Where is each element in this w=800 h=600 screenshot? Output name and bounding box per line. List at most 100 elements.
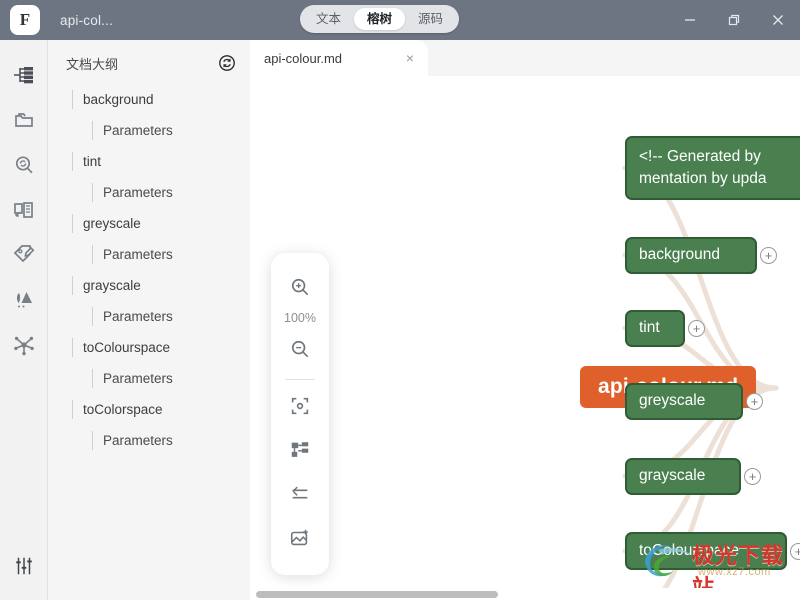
editor-canvas: api-colour.md × api-colour.md<!-- Genera…: [250, 40, 800, 600]
outline-item[interactable]: Parameters: [48, 177, 250, 208]
outline-indent-guide: [72, 214, 73, 233]
mindmap-node[interactable]: greyscale: [625, 383, 743, 420]
tag-edit-icon: [12, 243, 36, 267]
view-mode-text[interactable]: 文本: [303, 8, 354, 30]
app-logo-icon: F: [10, 5, 40, 35]
sliders-icon: [13, 555, 35, 577]
collapse-all-button[interactable]: [271, 474, 329, 518]
focus-frame-icon: [289, 395, 311, 422]
minimize-button[interactable]: [668, 0, 712, 40]
outline-item[interactable]: Parameters: [48, 239, 250, 270]
scrollbar-thumb[interactable]: [256, 591, 498, 598]
sync-disabled-icon[interactable]: [218, 54, 236, 72]
outline-item-label: Parameters: [103, 309, 173, 324]
outline-indent-guide: [92, 431, 93, 450]
outline-item-label: toColorspace: [83, 402, 163, 417]
outline-item[interactable]: greyscale: [48, 208, 250, 239]
outline-indent-guide: [92, 307, 93, 326]
node-expand-button[interactable]: +: [790, 542, 800, 560]
mindmap-board[interactable]: api-colour.md<!-- Generated by mentation…: [250, 76, 800, 600]
outline-item-label: Parameters: [103, 433, 173, 448]
outline-title: 文档大纲: [66, 56, 119, 72]
search-refresh-icon: [12, 153, 36, 177]
outline-indent-guide: [92, 121, 93, 140]
tree-layout-icon: [289, 439, 311, 466]
rail-bottom-group: [0, 543, 48, 588]
rail-item-outline-tree[interactable]: [0, 52, 48, 97]
zoom-in-button[interactable]: [271, 267, 329, 311]
outline-list: background Parameters tint Parameters greysc…: [48, 80, 250, 456]
document-tab[interactable]: api-colour.md ×: [250, 40, 428, 76]
app-logo-letter: F: [19, 10, 31, 29]
mindmap-node[interactable]: grayscale: [625, 458, 741, 495]
outline-indent-guide: [92, 245, 93, 264]
fit-to-screen-button[interactable]: [271, 386, 329, 430]
outline-item-label: Parameters: [103, 185, 173, 200]
outline-item[interactable]: toColorspace: [48, 394, 250, 425]
node-expand-button[interactable]: +: [746, 392, 763, 410]
outline-item-label: greyscale: [83, 216, 141, 231]
toolbar-divider: [285, 379, 315, 380]
outline-indent-guide: [72, 400, 73, 419]
outline-item[interactable]: background: [48, 84, 250, 115]
outline-item-label: Parameters: [103, 123, 173, 138]
outline-item[interactable]: tint: [48, 146, 250, 177]
document-tab-label: api-colour.md: [264, 50, 343, 66]
outline-indent-guide: [72, 338, 73, 357]
mindmap-node[interactable]: background: [625, 237, 757, 274]
outline-indent-guide: [72, 152, 73, 171]
rail-item-files[interactable]: [0, 97, 48, 142]
rail-item-settings[interactable]: [0, 543, 48, 588]
close-icon[interactable]: ×: [406, 51, 414, 65]
outline-item-label: Parameters: [103, 247, 173, 262]
zoom-out-icon: [289, 338, 311, 365]
tree-outline-icon: [12, 63, 36, 87]
outline-item[interactable]: Parameters: [48, 301, 250, 332]
outline-item[interactable]: grayscale: [48, 270, 250, 301]
outline-item-label: Parameters: [103, 371, 173, 386]
rail-item-document-panel[interactable]: [0, 187, 48, 232]
folders-icon: [12, 108, 36, 132]
app-window: F api-col... 文本 榕树 源码 文档大纲 background Pa…: [0, 0, 800, 600]
rail-item-graph[interactable]: [0, 322, 48, 367]
rail-item-banyan[interactable]: [0, 277, 48, 322]
view-mode-banyan[interactable]: 榕树: [354, 8, 406, 30]
outline-item-label: grayscale: [83, 278, 141, 293]
outline-indent-guide: [92, 183, 93, 202]
horizontal-scrollbar[interactable]: [250, 588, 800, 600]
zoom-in-icon: [289, 276, 311, 303]
outline-item[interactable]: Parameters: [48, 425, 250, 456]
outline-header: 文档大纲: [48, 46, 250, 80]
rail-item-tags[interactable]: [0, 232, 48, 277]
mindmap-node[interactable]: tint: [625, 310, 685, 347]
zoom-level-label: 100%: [284, 311, 316, 325]
close-button[interactable]: [756, 0, 800, 40]
outline-item-label: tint: [83, 154, 102, 169]
network-graph-icon: [12, 333, 36, 357]
outline-item-label: toColourspace: [83, 340, 171, 355]
outline-item[interactable]: Parameters: [48, 363, 250, 394]
export-image-button[interactable]: [271, 518, 329, 562]
view-mode-source[interactable]: 源码: [405, 8, 456, 30]
outline-item-label: background: [83, 92, 154, 107]
export-image-icon: [289, 527, 311, 554]
mindmap-node[interactable]: toColourspace: [625, 532, 787, 570]
mindmap-node[interactable]: <!-- Generated by mentation by upda: [625, 136, 800, 200]
outline-indent-guide: [72, 90, 73, 109]
layout-tree-button[interactable]: [271, 430, 329, 474]
outline-indent-guide: [72, 276, 73, 295]
node-expand-button[interactable]: +: [688, 319, 705, 337]
activity-rail: [0, 40, 48, 600]
outline-item[interactable]: Parameters: [48, 115, 250, 146]
zoom-out-button[interactable]: [271, 329, 329, 373]
node-expand-button[interactable]: +: [760, 246, 777, 264]
outline-item[interactable]: toColourspace: [48, 332, 250, 363]
banyan-tree-icon: [12, 288, 36, 312]
view-mode-switch[interactable]: 文本 榕树 源码: [300, 5, 460, 33]
window-controls: [668, 0, 800, 40]
rail-item-search[interactable]: [0, 142, 48, 187]
node-expand-button[interactable]: +: [744, 467, 761, 485]
maximize-button[interactable]: [712, 0, 756, 40]
document-tabstrip: api-colour.md ×: [250, 40, 800, 76]
align-left-icon: [289, 483, 311, 510]
